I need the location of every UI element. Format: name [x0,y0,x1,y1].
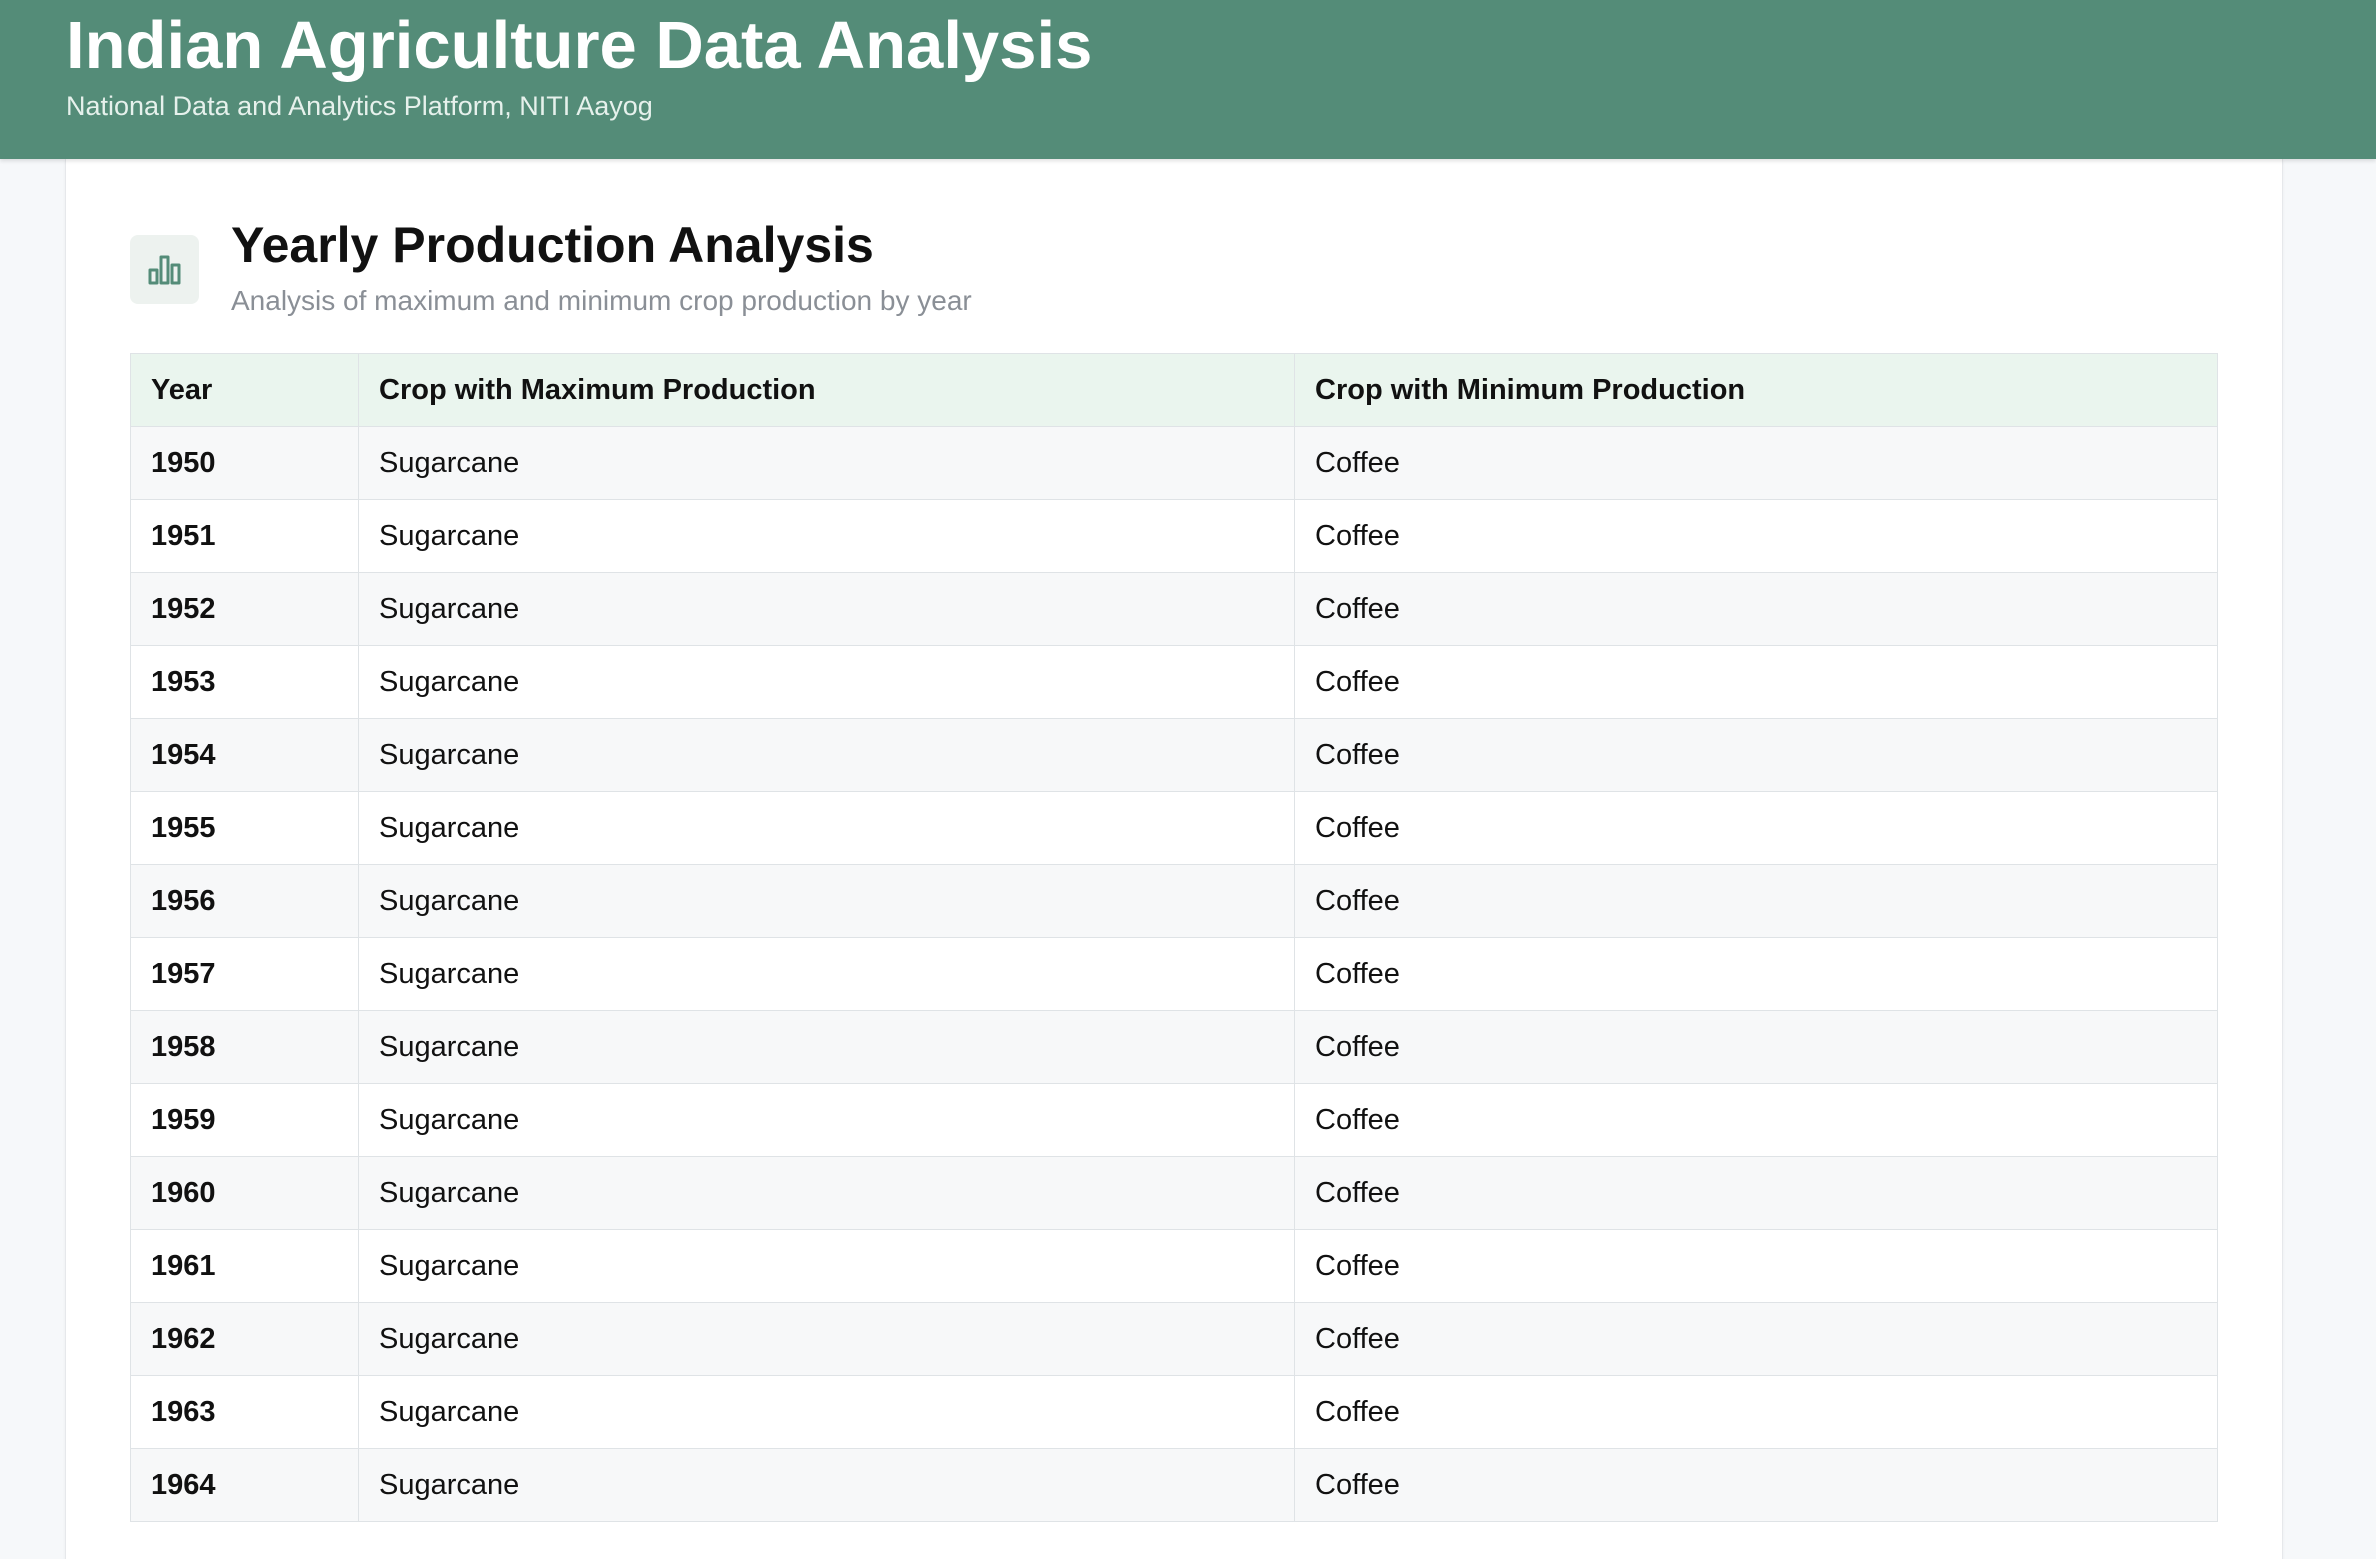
max-crop-cell: Sugarcane [358,937,1295,1011]
min-crop-cell: Coffee [1294,1375,2218,1449]
min-crop-cell: Coffee [1294,1229,2218,1303]
table-row: 1956 Sugarcane Coffee [130,864,2218,938]
year-cell: 1964 [130,1448,359,1522]
year-cell: 1956 [130,864,359,938]
app-title: Indian Agriculture Data Analysis [66,8,1093,83]
table-row: 1963 Sugarcane Coffee [130,1375,2218,1449]
min-crop-cell: Coffee [1294,1302,2218,1376]
column-header-min-crop: Crop with Minimum Production [1294,353,2218,427]
table-row: 1957 Sugarcane Coffee [130,937,2218,1011]
min-crop-cell: Coffee [1294,791,2218,865]
year-cell: 1951 [130,499,359,573]
max-crop-cell: Sugarcane [358,1302,1295,1376]
min-crop-cell: Coffee [1294,1448,2218,1522]
max-crop-cell: Sugarcane [358,1156,1295,1230]
max-crop-cell: Sugarcane [358,645,1295,719]
table-row: 1950 Sugarcane Coffee [130,426,2218,500]
table-row: 1962 Sugarcane Coffee [130,1302,2218,1376]
min-crop-cell: Coffee [1294,572,2218,646]
table-row: 1960 Sugarcane Coffee [130,1156,2218,1230]
year-cell: 1963 [130,1375,359,1449]
max-crop-cell: Sugarcane [358,718,1295,792]
table-row: 1952 Sugarcane Coffee [130,572,2218,646]
table-row: 1961 Sugarcane Coffee [130,1229,2218,1303]
table-header-row: Year Crop with Maximum Production Crop w… [130,353,2218,427]
table-row: 1955 Sugarcane Coffee [130,791,2218,865]
max-crop-cell: Sugarcane [358,572,1295,646]
production-table: Year Crop with Maximum Production Crop w… [130,353,2218,1522]
table-row: 1959 Sugarcane Coffee [130,1083,2218,1157]
content-card: Yearly Production Analysis Analysis of m… [65,159,2283,1559]
min-crop-cell: Coffee [1294,499,2218,573]
table-body: 1950 Sugarcane Coffee 1951 Sugarcane Coffee 19… [130,426,2218,1522]
year-cell: 1950 [130,426,359,500]
year-cell: 1959 [130,1083,359,1157]
max-crop-cell: Sugarcane [358,1448,1295,1522]
section-title: Yearly Production Analysis [231,217,874,273]
year-cell: 1953 [130,645,359,719]
bar-chart-icon [130,235,199,304]
app-subtitle: National Data and Analytics Platform, NI… [66,91,653,121]
min-crop-cell: Coffee [1294,864,2218,938]
year-cell: 1955 [130,791,359,865]
year-cell: 1960 [130,1156,359,1230]
min-crop-cell: Coffee [1294,937,2218,1011]
max-crop-cell: Sugarcane [358,1010,1295,1084]
max-crop-cell: Sugarcane [358,1375,1295,1449]
year-cell: 1961 [130,1229,359,1303]
min-crop-cell: Coffee [1294,1010,2218,1084]
year-cell: 1957 [130,937,359,1011]
table-row: 1954 Sugarcane Coffee [130,718,2218,792]
table-row: 1951 Sugarcane Coffee [130,499,2218,573]
max-crop-cell: Sugarcane [358,864,1295,938]
min-crop-cell: Coffee [1294,426,2218,500]
section-subtitle: Analysis of maximum and minimum crop pro… [231,285,972,316]
table-row: 1958 Sugarcane Coffee [130,1010,2218,1084]
table-row: 1953 Sugarcane Coffee [130,645,2218,719]
max-crop-cell: Sugarcane [358,499,1295,573]
app-header: Indian Agriculture Data Analysis Nationa… [0,0,2376,159]
year-cell: 1962 [130,1302,359,1376]
year-cell: 1954 [130,718,359,792]
min-crop-cell: Coffee [1294,1083,2218,1157]
table-row: 1964 Sugarcane Coffee [130,1448,2218,1522]
min-crop-cell: Coffee [1294,645,2218,719]
min-crop-cell: Coffee [1294,718,2218,792]
max-crop-cell: Sugarcane [358,791,1295,865]
year-cell: 1952 [130,572,359,646]
column-header-year: Year [130,353,359,427]
column-header-max-crop: Crop with Maximum Production [358,353,1295,427]
max-crop-cell: Sugarcane [358,1083,1295,1157]
max-crop-cell: Sugarcane [358,426,1295,500]
max-crop-cell: Sugarcane [358,1229,1295,1303]
production-table-container: Year Crop with Maximum Production Crop w… [130,353,2218,1522]
year-cell: 1958 [130,1010,359,1084]
min-crop-cell: Coffee [1294,1156,2218,1230]
